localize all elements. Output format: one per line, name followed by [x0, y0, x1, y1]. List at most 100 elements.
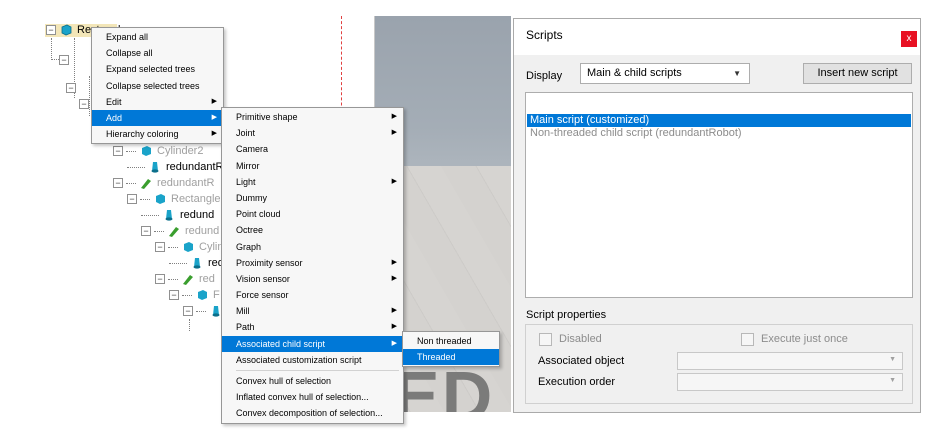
script-list[interactable]: Main script (customized) Non-threaded ch…	[525, 92, 913, 298]
menu-item-camera[interactable]: Camera	[222, 141, 403, 157]
menu-item-expand-all[interactable]: Expand all	[92, 29, 223, 45]
menu-item-associated-child-script[interactable]: Associated child script ▶	[222, 335, 403, 352]
close-button[interactable]: x	[901, 31, 917, 47]
menu-item-expand-selected[interactable]: Expand selected trees	[92, 61, 223, 77]
shape-icon	[61, 24, 72, 36]
menu-item-vision-sensor[interactable]: Vision sensor ▶	[222, 271, 403, 287]
collapse-toggle-icon[interactable]: −	[66, 83, 76, 93]
menu-item-octree[interactable]: Octree	[222, 222, 403, 238]
hierarchy-item-script[interactable]: − redundantR	[113, 175, 215, 191]
menu-item-dummy[interactable]: Dummy	[222, 190, 403, 206]
collapse-toggle-icon[interactable]: −	[127, 194, 137, 204]
disabled-checkbox[interactable]	[539, 333, 552, 346]
shape-icon	[198, 290, 207, 300]
hierarchy-item-rectangle[interactable]: − Rectangle	[127, 191, 221, 207]
hierarchy-item-cylinder[interactable]: − Cylin	[155, 239, 223, 255]
execution-order-combo[interactable]: ▼	[677, 373, 903, 391]
hierarchy-partial-row[interactable]: −	[66, 80, 79, 96]
collapse-toggle-icon[interactable]: −	[169, 290, 179, 300]
menu-item-primitive-shape[interactable]: Primitive shape ▶	[222, 109, 403, 125]
hierarchy-item-cylinder2[interactable]: − Cylinder2	[113, 143, 203, 159]
menu-item-force-sensor[interactable]: Force sensor	[222, 287, 403, 303]
collapse-toggle-icon[interactable]: −	[155, 242, 165, 252]
hierarchy-item-label: Cylin	[199, 241, 224, 253]
hierarchy-item-joint[interactable]: redundantR	[127, 159, 224, 175]
collapse-toggle-icon[interactable]: −	[141, 226, 151, 236]
collapse-toggle-icon[interactable]: −	[46, 25, 56, 35]
menu-item-light[interactable]: Light ▶	[222, 174, 403, 190]
script-list-item-child[interactable]: Non-threaded child script (redundantRobo…	[527, 127, 911, 140]
menu-item-label: Expand selected trees	[106, 64, 196, 75]
add-submenu[interactable]: Primitive shape ▶ Joint ▶ Camera Mirror Li…	[221, 107, 404, 424]
hierarchy-item-script[interactable]: − red	[155, 271, 215, 287]
menu-item-convex-hull[interactable]: Convex hull of selection	[222, 373, 403, 389]
menu-item-path[interactable]: Path ▶	[222, 319, 403, 335]
joint-icon	[151, 162, 159, 173]
menu-item-add[interactable]: Add ▶	[92, 109, 223, 127]
menu-item-joint[interactable]: Joint ▶	[222, 125, 403, 141]
collapse-toggle-icon[interactable]: −	[79, 99, 89, 109]
menu-item-convex-decomposition[interactable]: Convex decomposition of selection...	[222, 405, 403, 421]
script-list-item-main[interactable]: Main script (customized)	[527, 114, 911, 127]
menu-item-label: Octree	[236, 225, 264, 236]
shape-icon	[156, 194, 165, 204]
associated-object-combo[interactable]: ▼	[677, 352, 903, 370]
script-icon	[183, 275, 193, 285]
tree-guide-line	[51, 38, 52, 58]
dialog-title: Scripts	[526, 28, 563, 42]
menu-item-graph[interactable]: Graph	[222, 239, 403, 255]
hierarchy-item-rectangle[interactable]: − F	[169, 287, 220, 303]
menu-item-point-cloud[interactable]: Point cloud	[222, 206, 403, 222]
collapse-toggle-icon[interactable]: −	[113, 178, 123, 188]
menu-item-collapse-all[interactable]: Collapse all	[92, 45, 223, 61]
dialog-title-bar[interactable]: Scripts x	[514, 19, 920, 55]
hierarchy-item-joint[interactable]: red	[169, 255, 224, 271]
hierarchy-item-script[interactable]: − redund	[141, 223, 219, 239]
menu-item-label: Path	[236, 322, 255, 333]
collapse-toggle-icon[interactable]: −	[155, 274, 165, 284]
menu-item-threaded[interactable]: Threaded	[403, 349, 499, 366]
hierarchy-partial-row[interactable]: −	[59, 52, 72, 68]
child-script-submenu[interactable]: Non threaded Threaded	[402, 331, 500, 368]
hierarchy-context-menu[interactable]: Expand all Collapse all Expand selected …	[91, 27, 224, 145]
menu-item-label: Edit	[106, 96, 122, 107]
collapse-toggle-icon[interactable]: −	[183, 306, 193, 316]
insert-new-script-button[interactable]: Insert new script	[803, 63, 912, 84]
menu-item-associated-customization-script[interactable]: Associated customization script	[222, 352, 403, 368]
joint-icon	[165, 210, 173, 221]
collapse-toggle-icon[interactable]: −	[59, 55, 69, 65]
submenu-arrow-icon: ▶	[391, 274, 397, 282]
menu-item-label: Non threaded	[417, 336, 472, 346]
hierarchy-item-label: redund	[185, 225, 220, 237]
hierarchy-item-label: redundantR	[157, 177, 215, 189]
menu-item-non-threaded[interactable]: Non threaded	[403, 333, 499, 349]
menu-item-label: Mirror	[236, 160, 260, 171]
menu-item-label: Vision sensor	[236, 273, 290, 284]
menu-item-label: Camera	[236, 144, 269, 155]
display-dropdown[interactable]: Main & child scripts ▼	[580, 63, 750, 84]
tree-stub	[154, 230, 164, 232]
submenu-arrow-icon: ▶	[391, 177, 397, 185]
menu-item-proximity-sensor[interactable]: Proximity sensor ▶	[222, 255, 403, 271]
hierarchy-item-joint[interactable]: redund	[141, 207, 214, 223]
script-icon	[169, 227, 179, 237]
menu-item-mill[interactable]: Mill ▶	[222, 303, 403, 319]
tree-stub	[127, 166, 145, 168]
menu-item-edit[interactable]: Edit ▶	[92, 94, 223, 110]
menu-item-hierarchy-coloring[interactable]: Hierarchy coloring ▶	[92, 126, 223, 142]
collapse-toggle-icon[interactable]: −	[113, 146, 123, 156]
menu-item-collapse-selected[interactable]: Collapse selected trees	[92, 78, 223, 94]
menu-item-label: Joint	[236, 128, 256, 139]
tree-stub	[140, 198, 150, 200]
menu-item-inflated-convex-hull[interactable]: Inflated convex hull of selection...	[222, 389, 403, 405]
tree-stub	[141, 214, 159, 216]
execute-once-checkbox[interactable]	[741, 333, 754, 346]
execute-once-label: Execute just once	[761, 333, 848, 345]
menu-item-mirror[interactable]: Mirror	[222, 158, 403, 174]
hierarchy-item-label: redundantR	[166, 161, 224, 173]
shape-icon	[142, 146, 151, 156]
submenu-arrow-icon: ▶	[391, 129, 397, 137]
submenu-arrow-icon: ▶	[391, 113, 397, 120]
menu-item-label: Convex decomposition of selection...	[236, 408, 383, 419]
chevron-down-icon: ▼	[733, 69, 741, 78]
